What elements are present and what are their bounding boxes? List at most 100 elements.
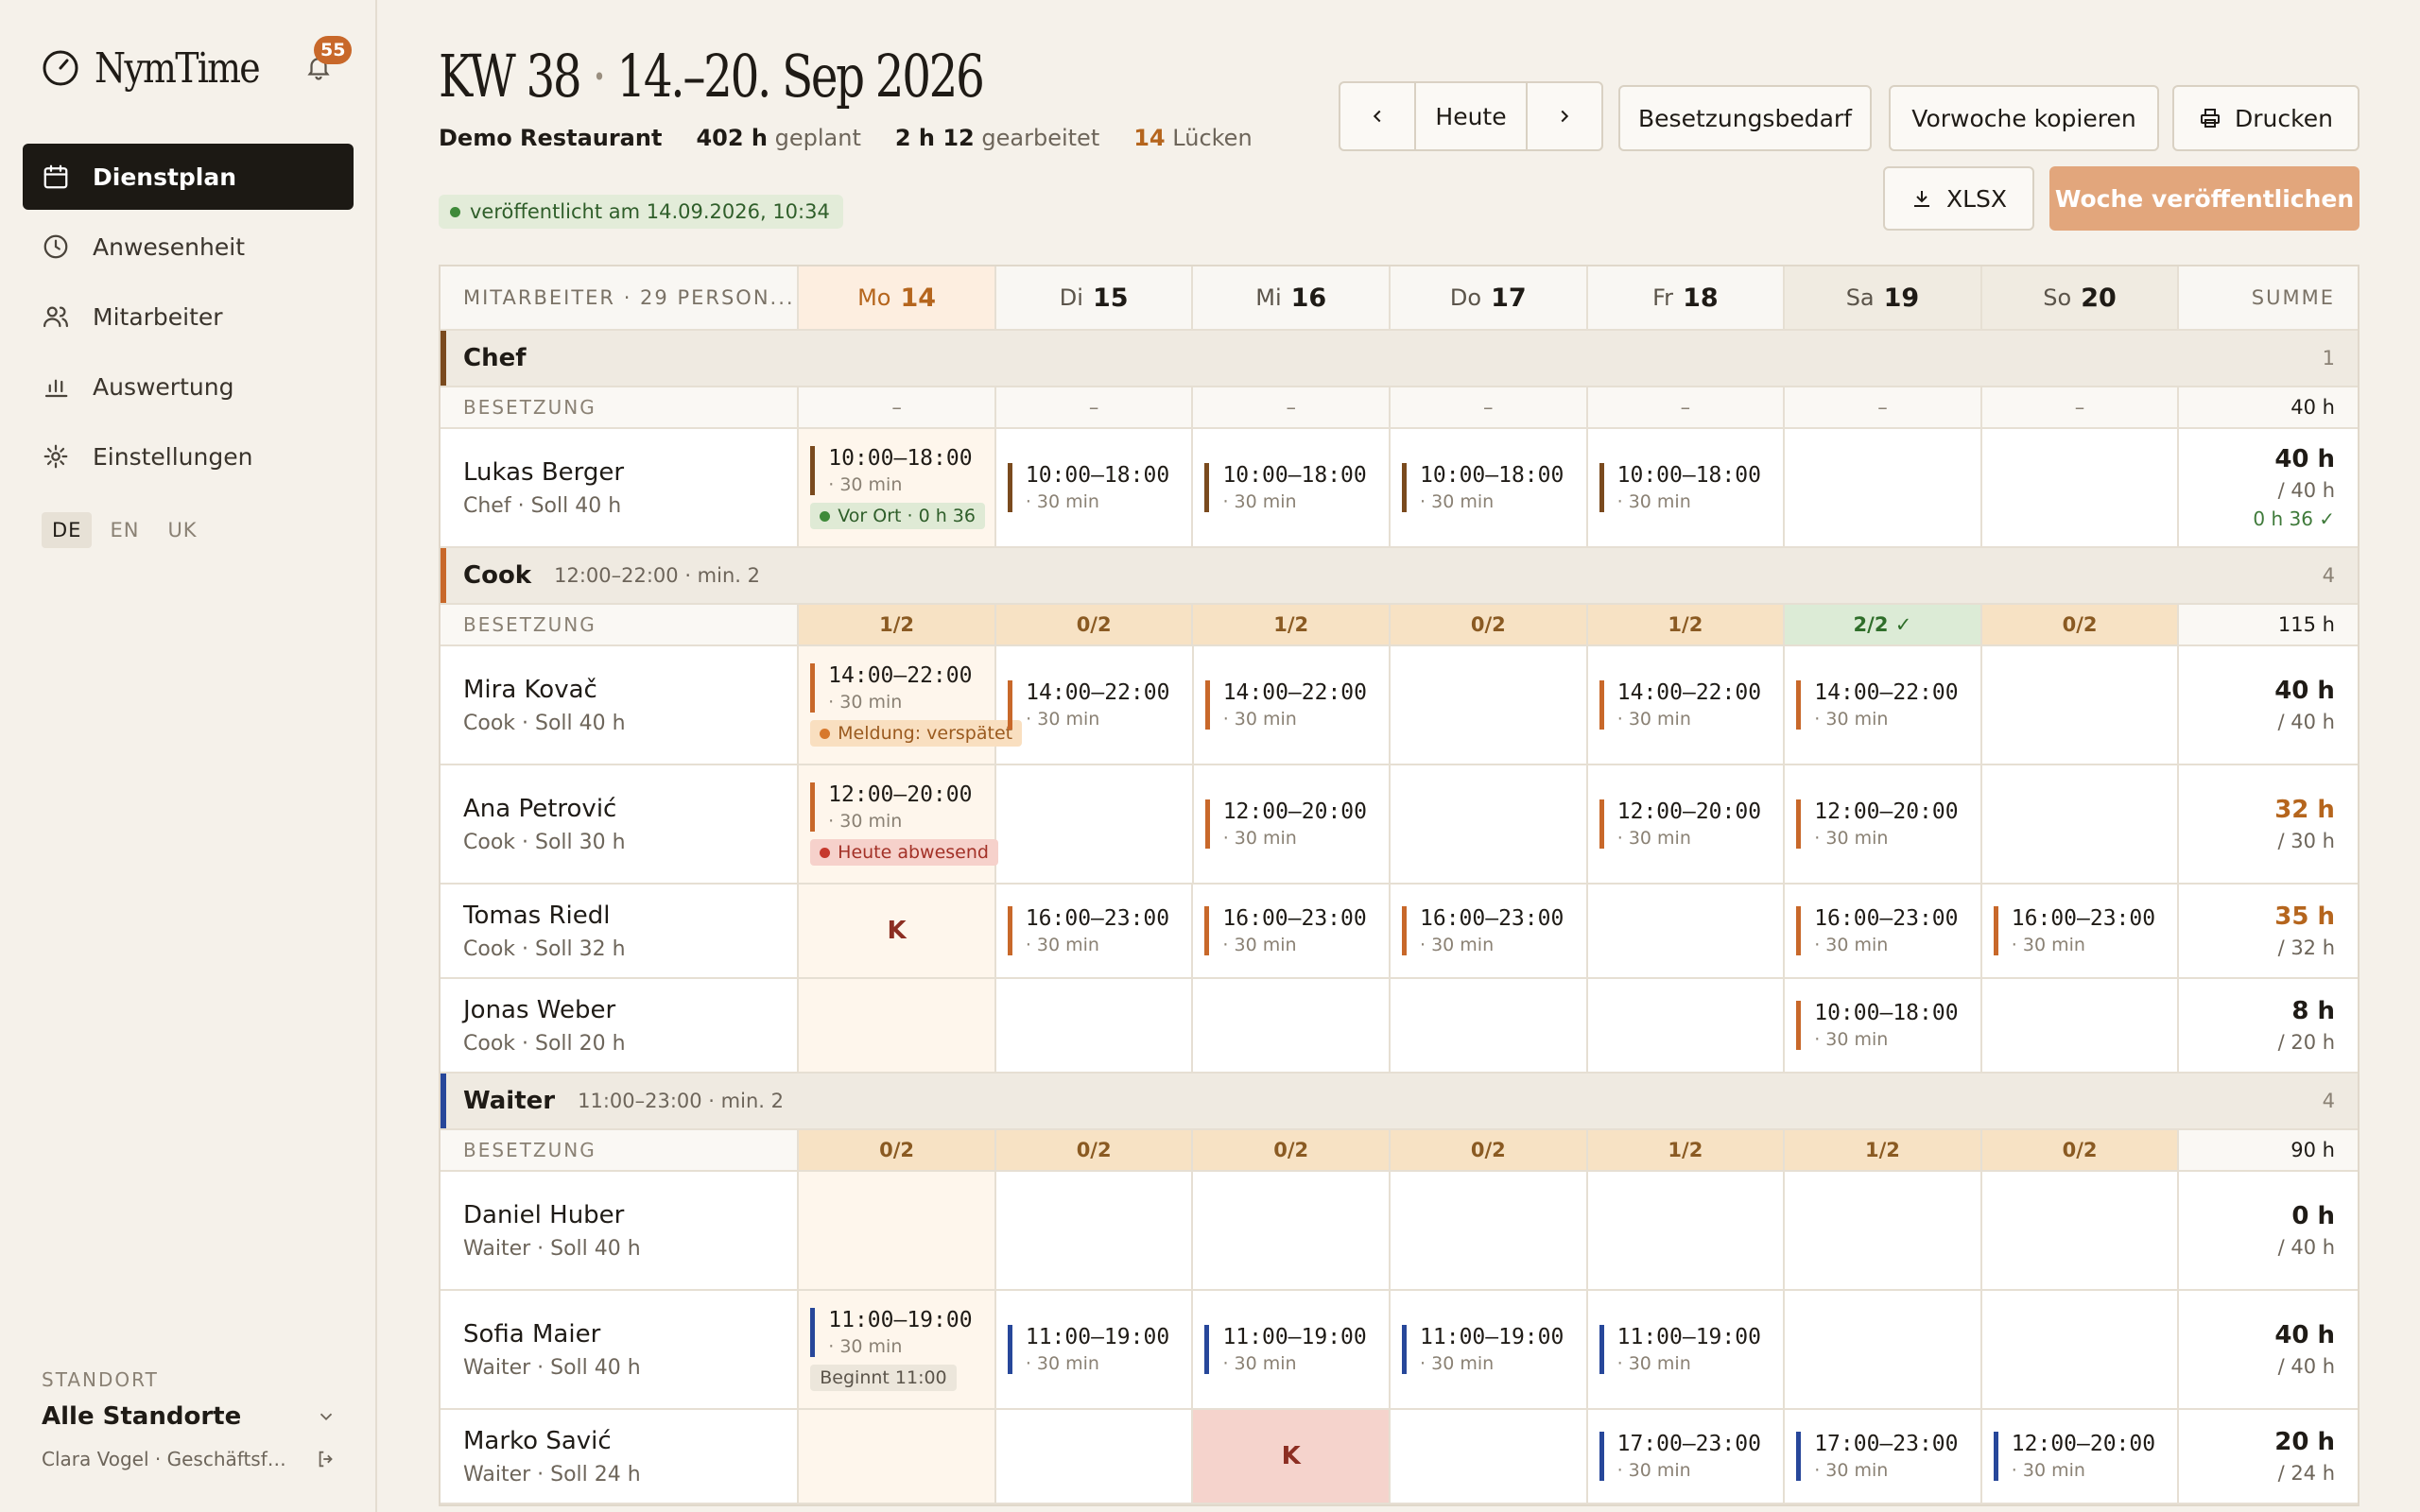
- staffing-cell[interactable]: 1/2: [1587, 1130, 1786, 1170]
- shift-block[interactable]: 12:00–20:00 · 30 min: [1993, 1432, 2178, 1481]
- shift-block[interactable]: 14:00–22:00 · 30 min: [1204, 680, 1390, 730]
- shift-block[interactable]: 12:00–20:00 · 30 min: [810, 782, 994, 832]
- shift-cell[interactable]: 11:00–19:00 · 30 min: [1588, 1291, 1786, 1408]
- shift-cell[interactable]: 12:00–20:00 · 30 min: [1785, 765, 1982, 883]
- shift-cell[interactable]: 14:00–22:00 · 30 min: [1785, 646, 1982, 764]
- staffing-cell[interactable]: 2/2 ✓: [1785, 605, 1982, 644]
- shift-cell[interactable]: 12:00–20:00 · 30 min: [1982, 1410, 2180, 1503]
- brand[interactable]: NymTime: [42, 42, 285, 94]
- staffing-cell[interactable]: 1/2: [1785, 1130, 1982, 1170]
- shift-block[interactable]: 10:00–18:00 · 30 min: [1007, 463, 1192, 512]
- shift-block[interactable]: 11:00–19:00 · 30 min: [810, 1308, 994, 1357]
- staffing-cell[interactable]: 1/2: [1587, 605, 1786, 644]
- day-header-fr[interactable]: Fr 18: [1588, 266, 1786, 329]
- shift-block[interactable]: 10:00–18:00 · 30 min: [1599, 463, 1784, 512]
- shift-cell[interactable]: [1785, 429, 1982, 546]
- nav-item-mitarbeiter[interactable]: Mitarbeiter: [23, 284, 354, 350]
- shift-cell[interactable]: 10:00–18:00 · 30 min Vor Ort · 0 h 36: [799, 429, 996, 546]
- staffing-cell[interactable]: 0/2: [1391, 605, 1588, 644]
- shift-block[interactable]: 12:00–20:00 · 30 min: [1796, 799, 1980, 849]
- shift-cell[interactable]: [1785, 1172, 1982, 1289]
- employee-cell[interactable]: Marko Savić Waiter · Soll 24 h: [441, 1410, 800, 1503]
- shift-cell[interactable]: 14:00–22:00 · 30 min: [1588, 646, 1786, 764]
- shift-cell[interactable]: 10:00–18:00 · 30 min: [1785, 979, 1982, 1072]
- shift-cell[interactable]: 16:00–23:00 · 30 min: [996, 885, 1194, 977]
- staffing-cell[interactable]: –: [1391, 387, 1588, 427]
- employee-cell[interactable]: Daniel Huber Waiter · Soll 40 h: [441, 1172, 800, 1289]
- shift-block[interactable]: 10:00–18:00 · 30 min: [1796, 1001, 1980, 1050]
- shift-cell[interactable]: 12:00–20:00 · 30 min: [1194, 765, 1392, 883]
- shift-cell[interactable]: 16:00–23:00 · 30 min: [1193, 885, 1391, 977]
- shift-block[interactable]: 17:00–23:00 · 30 min: [1796, 1432, 1980, 1481]
- lang-en[interactable]: EN: [99, 512, 149, 548]
- shift-cell[interactable]: [1588, 885, 1786, 977]
- day-header-mi[interactable]: Mi 16: [1193, 266, 1392, 329]
- group-row-cook[interactable]: Cook 12:00–22:00 · min. 2 4: [441, 548, 2358, 605]
- shift-cell[interactable]: 12:00–20:00 · 30 min: [1588, 765, 1786, 883]
- shift-block[interactable]: 14:00–22:00 · 30 min: [1008, 680, 1192, 730]
- shift-cell[interactable]: 12:00–20:00 · 30 min Heute abwesend: [799, 765, 998, 883]
- shift-cell[interactable]: [1193, 979, 1392, 1072]
- publish-week-button[interactable]: Woche veröffentlichen: [2049, 166, 2360, 231]
- shift-cell[interactable]: [1982, 1291, 2180, 1408]
- nav-item-auswertung[interactable]: Auswertung: [23, 353, 354, 420]
- lang-de[interactable]: DE: [42, 512, 93, 548]
- shift-block[interactable]: 10:00–18:00 · 30 min: [1204, 463, 1389, 512]
- shift-cell[interactable]: 14:00–22:00 · 30 min Meldung: verspätet: [799, 646, 1023, 764]
- shift-block[interactable]: 16:00–23:00 · 30 min: [1402, 906, 1586, 955]
- shift-cell[interactable]: [996, 979, 1194, 1072]
- shift-cell[interactable]: 10:00–18:00 · 30 min: [1588, 429, 1786, 546]
- shift-cell[interactable]: [1982, 1172, 2180, 1289]
- standort-select[interactable]: Alle Standorte: [42, 1402, 337, 1431]
- shift-block[interactable]: 17:00–23:00 · 30 min: [1599, 1432, 1784, 1481]
- staffing-cell[interactable]: 0/2: [1981, 605, 2180, 644]
- shift-cell[interactable]: [1982, 765, 2180, 883]
- staffing-cell[interactable]: 1/2: [799, 605, 996, 644]
- shift-block[interactable]: 10:00–18:00 · 30 min: [810, 446, 994, 495]
- shift-cell[interactable]: [1391, 979, 1588, 1072]
- shift-block[interactable]: 11:00–19:00 · 30 min: [1204, 1325, 1389, 1374]
- staffing-cell[interactable]: –: [799, 387, 996, 427]
- staffing-cell[interactable]: 0/2: [799, 1130, 996, 1170]
- shift-cell[interactable]: [996, 1172, 1194, 1289]
- shift-block[interactable]: 12:00–20:00 · 30 min: [1599, 799, 1784, 849]
- employee-cell[interactable]: Jonas Weber Cook · Soll 20 h: [441, 979, 800, 1072]
- shift-cell[interactable]: 11:00–19:00 · 30 min: [1193, 1291, 1392, 1408]
- day-header-di[interactable]: Di 15: [996, 266, 1194, 329]
- employee-cell[interactable]: Tomas Riedl Cook · Soll 32 h: [441, 885, 800, 977]
- shift-block[interactable]: 16:00–23:00 · 30 min: [1796, 906, 1980, 955]
- shift-cell[interactable]: [1982, 429, 2180, 546]
- shift-cell[interactable]: 10:00–18:00 · 30 min: [1391, 429, 1588, 546]
- shift-block[interactable]: 11:00–19:00 · 30 min: [1402, 1325, 1586, 1374]
- employee-cell[interactable]: Lukas Berger Chef · Soll 40 h: [441, 429, 800, 546]
- nav-item-einstellungen[interactable]: Einstellungen: [23, 423, 354, 490]
- staffing-cell[interactable]: –: [1982, 387, 2180, 427]
- shift-block[interactable]: 14:00–22:00 · 30 min: [1796, 680, 1980, 730]
- shift-cell[interactable]: 16:00–23:00 · 30 min: [1391, 885, 1588, 977]
- staffing-cell[interactable]: 0/2: [995, 605, 1194, 644]
- shift-cell[interactable]: [799, 1172, 996, 1289]
- shift-cell[interactable]: [1391, 646, 1588, 764]
- shift-cell[interactable]: [1982, 979, 2180, 1072]
- today-button[interactable]: Heute: [1414, 83, 1528, 149]
- shift-cell[interactable]: 14:00–22:00 · 30 min: [1194, 646, 1392, 764]
- staffing-cell[interactable]: 1/2: [1193, 605, 1392, 644]
- shift-block[interactable]: 11:00–19:00 · 30 min: [1007, 1325, 1192, 1374]
- shift-cell[interactable]: [1391, 1410, 1588, 1503]
- shift-cell[interactable]: [1391, 765, 1588, 883]
- staffing-cell[interactable]: 0/2: [1193, 1130, 1392, 1170]
- group-row-chef[interactable]: Chef 1: [441, 331, 2358, 387]
- shift-cell[interactable]: [1588, 1172, 1786, 1289]
- shift-cell[interactable]: 16:00–23:00 · 30 min: [1982, 885, 2180, 977]
- staffing-cell[interactable]: –: [1785, 387, 1982, 427]
- shift-cell[interactable]: K: [799, 885, 996, 977]
- nav-item-dienstplan[interactable]: Dienstplan: [23, 144, 354, 210]
- shift-cell[interactable]: 10:00–18:00 · 30 min: [996, 429, 1194, 546]
- shift-block[interactable]: 16:00–23:00 · 30 min: [1007, 906, 1192, 955]
- shift-cell[interactable]: [799, 1410, 996, 1503]
- shift-cell[interactable]: [996, 765, 1194, 883]
- shift-cell[interactable]: 11:00–19:00 · 30 min: [1391, 1291, 1588, 1408]
- staffing-demand-button[interactable]: Besetzungsbedarf: [1618, 85, 1872, 151]
- staffing-cell[interactable]: 0/2: [1391, 1130, 1588, 1170]
- prev-week-button[interactable]: [1340, 83, 1414, 149]
